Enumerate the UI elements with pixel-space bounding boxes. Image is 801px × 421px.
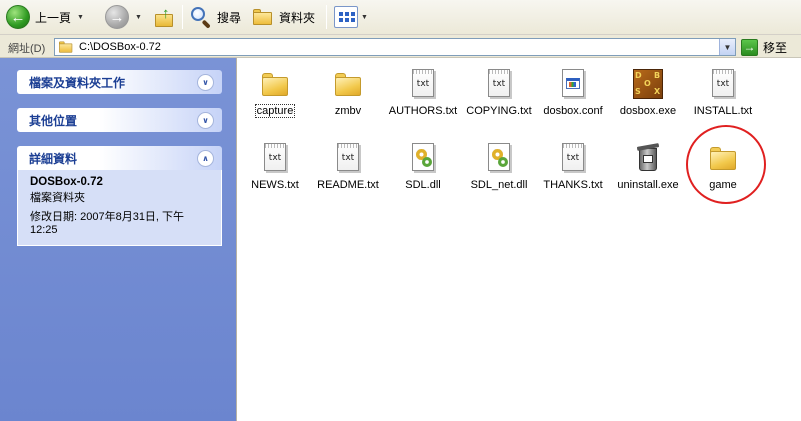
forward-arrow-icon: →: [105, 5, 129, 29]
address-field[interactable]: ▼: [54, 38, 736, 56]
file-item-news[interactable]: txt NEWS.txt: [237, 138, 313, 202]
toolbar-separator: [326, 5, 327, 29]
address-input[interactable]: [77, 40, 697, 54]
dll-file-icon: [407, 142, 439, 174]
search-label: 搜尋: [217, 10, 242, 25]
back-label: 上一頁: [35, 10, 72, 25]
details-modified-date: 修改日期: 2007年8月31日, 下午 12:25: [30, 211, 209, 237]
file-item-copying[interactable]: txt COPYING.txt: [461, 64, 537, 128]
file-name: zmbv: [334, 105, 362, 117]
forward-dropdown-icon[interactable]: ▼: [135, 14, 142, 21]
file-name: uninstall.exe: [617, 179, 679, 191]
file-item-uninstall[interactable]: uninstall.exe: [610, 138, 686, 202]
expand-chevron-icon[interactable]: ∨: [197, 73, 214, 91]
file-name: NEWS.txt: [251, 179, 299, 191]
file-name: dosbox.conf: [543, 105, 603, 117]
go-button[interactable]: → 移至: [741, 38, 787, 56]
dll-file-icon: [483, 142, 515, 174]
address-dropdown-icon[interactable]: ▼: [719, 39, 735, 55]
details-header[interactable]: 詳細資料 ∧: [17, 146, 222, 170]
config-file-icon: [557, 68, 589, 100]
file-tasks-header[interactable]: 檔案及資料夾工作 ∨: [17, 70, 222, 94]
file-item-sdl-dll[interactable]: SDL.dll: [385, 138, 461, 202]
file-name: game: [709, 179, 737, 191]
text-file-icon: txt: [483, 68, 515, 100]
file-item-authors[interactable]: txt AUTHORS.txt: [385, 64, 461, 128]
other-places-header[interactable]: 其他位置 ∨: [17, 108, 222, 132]
expand-chevron-icon[interactable]: ∨: [197, 111, 214, 129]
task-pane: 檔案及資料夾工作 ∨ 其他位置 ∨ 詳細資料 ∧ DOSBox-0.72 檔案資…: [0, 58, 236, 421]
folder-up-icon: ↑: [154, 5, 176, 28]
file-name: SDL_net.dll: [470, 179, 528, 191]
file-name: capture: [254, 104, 296, 118]
back-button[interactable]: ← 上一頁 ▼: [6, 4, 84, 30]
views-icon: [334, 6, 358, 28]
address-bar: 網址(D) ▼ → 移至: [0, 36, 801, 58]
file-name: COPYING.txt: [466, 105, 532, 117]
file-item-dosbox-conf[interactable]: dosbox.conf: [535, 64, 611, 128]
file-item-sdl-net-dll[interactable]: SDL_net.dll: [461, 138, 537, 202]
other-places-panel: 其他位置 ∨: [17, 108, 222, 132]
back-dropdown-icon[interactable]: ▼: [77, 14, 84, 21]
other-places-title: 其他位置: [29, 113, 78, 128]
folder-icon: [259, 68, 291, 100]
file-tasks-title: 檔案及資料夾工作: [29, 75, 126, 90]
folder-icon: [707, 142, 739, 174]
details-body: DOSBox-0.72 檔案資料夾 修改日期: 2007年8月31日, 下午 1…: [17, 170, 222, 246]
go-arrow-icon: →: [741, 38, 758, 56]
search-button[interactable]: 搜尋: [190, 4, 241, 30]
go-label: 移至: [763, 40, 788, 55]
folder-icon: [332, 68, 364, 100]
file-tasks-panel: 檔案及資料夾工作 ∨: [17, 70, 222, 94]
back-arrow-icon: ←: [6, 5, 30, 29]
uninstall-icon: [632, 142, 664, 174]
file-name: SDL.dll: [405, 179, 441, 191]
folders-label: 資料夾: [279, 10, 316, 25]
address-label: 網址(D): [8, 43, 46, 55]
details-time-line: 12:25: [30, 224, 58, 236]
details-name: DOSBox-0.72: [30, 176, 103, 188]
search-icon: [190, 6, 212, 29]
text-file-icon: txt: [259, 142, 291, 174]
file-name: AUTHORS.txt: [388, 105, 458, 117]
file-name: README.txt: [317, 179, 379, 191]
file-item-zmbv[interactable]: zmbv: [310, 64, 386, 128]
text-file-icon: txt: [332, 142, 364, 174]
views-button[interactable]: ▼: [334, 4, 368, 30]
file-name: INSTALL.txt: [693, 105, 753, 117]
dosbox-app-icon: D B O S X: [632, 68, 664, 100]
forward-button[interactable]: → ▼: [105, 4, 142, 30]
file-item-dosbox-exe[interactable]: D B O S X dosbox.exe: [610, 64, 686, 128]
details-panel: 詳細資料 ∧ DOSBox-0.72 檔案資料夾 修改日期: 2007年8月31…: [17, 146, 222, 246]
folders-icon: [252, 8, 274, 26]
file-name: THANKS.txt: [543, 179, 603, 191]
collapse-chevron-icon[interactable]: ∧: [197, 149, 214, 167]
details-title: 詳細資料: [29, 151, 78, 166]
toolbar-separator: [182, 5, 183, 29]
file-name: dosbox.exe: [619, 105, 677, 117]
text-file-icon: txt: [707, 68, 739, 100]
text-file-icon: txt: [557, 142, 589, 174]
details-date-line: 修改日期: 2007年8月31日, 下午: [30, 211, 185, 223]
file-item-thanks[interactable]: txt THANKS.txt: [535, 138, 611, 202]
up-folder-button[interactable]: ↑: [154, 4, 176, 30]
toolbar: ← 上一頁 ▼ → ▼ ↑ 搜尋 資料夾 ▼: [0, 0, 801, 35]
file-item-capture[interactable]: capture: [237, 64, 313, 128]
address-folder-icon: [58, 41, 73, 54]
file-item-game[interactable]: game: [685, 138, 761, 202]
text-file-icon: txt: [407, 68, 439, 100]
file-list-view[interactable]: capture zmbv txt AUTHORS.txt txt COPYING…: [236, 58, 801, 421]
views-dropdown-icon[interactable]: ▼: [361, 14, 368, 21]
details-type: 檔案資料夾: [30, 192, 85, 204]
file-item-readme[interactable]: txt README.txt: [310, 138, 386, 202]
folders-button[interactable]: 資料夾: [252, 4, 315, 30]
file-item-install[interactable]: txt INSTALL.txt: [685, 64, 761, 128]
